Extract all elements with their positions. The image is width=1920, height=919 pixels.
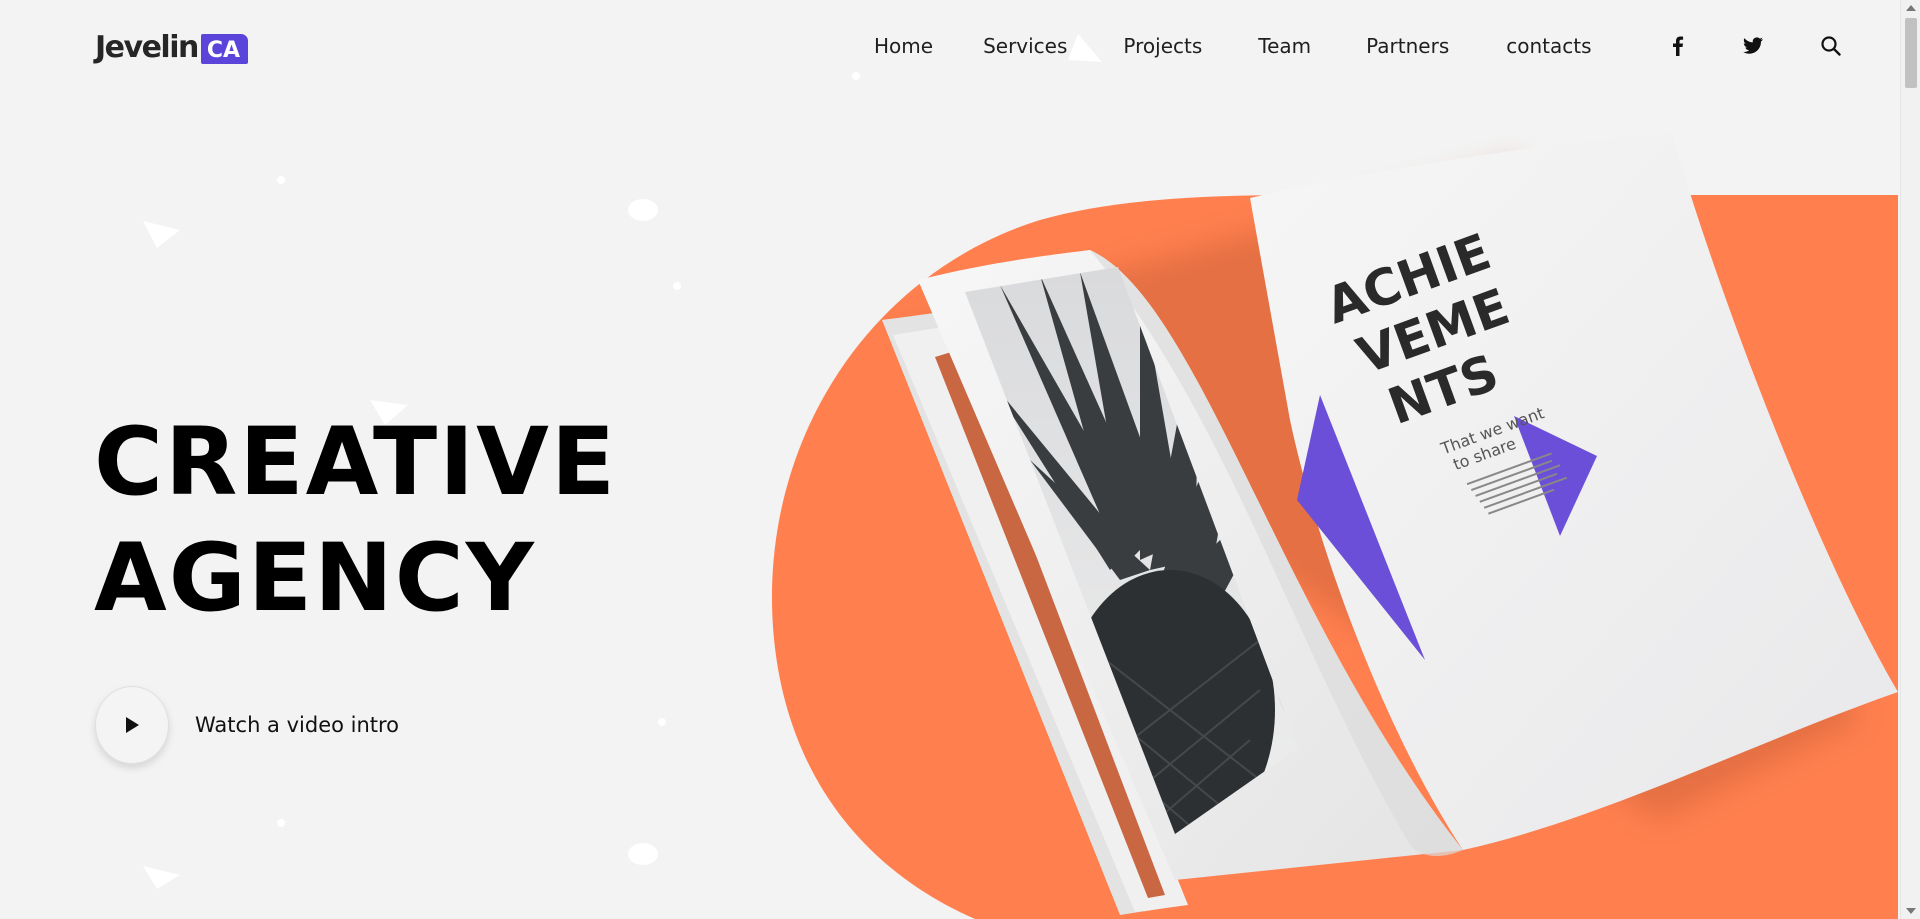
- scroll-down-icon[interactable]: [1906, 908, 1916, 914]
- page-scrollbar[interactable]: [1900, 0, 1920, 919]
- hero-title: CREATIVE AGENCY: [94, 405, 617, 637]
- facebook-icon[interactable]: [1667, 35, 1689, 57]
- main-nav: Home Services Projects Team Partners con…: [860, 34, 1642, 58]
- scroll-up-icon[interactable]: [1906, 5, 1916, 11]
- scrollbar-thumb[interactable]: [1905, 18, 1917, 88]
- search-icon[interactable]: [1820, 35, 1842, 57]
- brand-name: Jevelin: [95, 30, 199, 65]
- nav-partners[interactable]: Partners: [1366, 34, 1449, 58]
- nav-home[interactable]: Home: [874, 34, 933, 58]
- play-button[interactable]: [95, 686, 169, 764]
- nav-team[interactable]: Team: [1258, 34, 1311, 58]
- hero-title-line2: AGENCY: [94, 524, 536, 633]
- brand-logo[interactable]: Jevelin CA: [95, 30, 249, 65]
- nav-services[interactable]: Services: [983, 34, 1067, 58]
- brand-badge: CA: [200, 34, 249, 64]
- watch-video-link[interactable]: Watch a video intro: [95, 686, 399, 764]
- hero-title-line1: CREATIVE: [94, 408, 618, 517]
- play-icon: [126, 717, 139, 733]
- nav-projects[interactable]: Projects: [1123, 34, 1202, 58]
- nav-contacts[interactable]: contacts: [1506, 34, 1591, 58]
- video-intro-label: Watch a video intro: [195, 713, 400, 737]
- twitter-icon[interactable]: [1742, 35, 1764, 57]
